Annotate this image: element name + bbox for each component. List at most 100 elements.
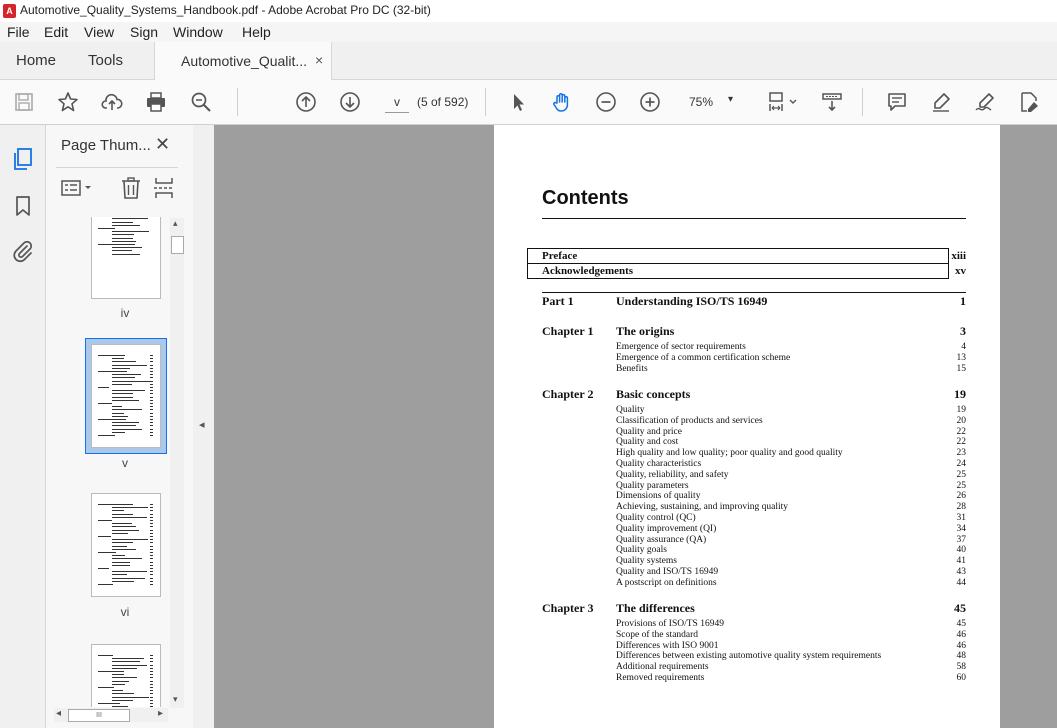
thumbnail-horizontal-scrollbar[interactable]: ◂ III ▸ [54, 708, 168, 722]
thumbnail-page-number-mark [150, 577, 153, 579]
toc-chapter-3[interactable]: Chapter 3 The differences 45 [542, 601, 966, 615]
menu-edit[interactable]: Edit [44, 24, 68, 40]
menu-help[interactable]: Help [242, 24, 271, 40]
toc-acknowledgements[interactable]: Acknowledgements xv [542, 265, 966, 279]
toc-chapter-1[interactable]: Chapter 1 The origins 3 [542, 324, 966, 338]
close-tab-icon[interactable]: × [315, 52, 323, 68]
scroll-mode-icon[interactable] [820, 90, 844, 114]
thumbnail-page-iv[interactable] [91, 217, 161, 299]
select-arrow-icon[interactable] [506, 90, 530, 114]
toc-entry[interactable]: Quality assurance (QA) 37 [616, 535, 966, 546]
menu-sign[interactable]: Sign [130, 24, 158, 40]
thumbnail-page-number-mark [150, 680, 153, 682]
print-icon[interactable] [144, 90, 168, 114]
toc-entry[interactable]: Quality, reliability, and safety 25 [616, 470, 966, 481]
toc-entry[interactable]: Quality control (QC) 31 [616, 513, 966, 524]
thumbnail-page-number-mark [150, 507, 153, 509]
toc-entry[interactable]: Emergence of sector requirements 4 [616, 342, 966, 353]
panel-title: Page Thum... [61, 137, 151, 154]
star-icon[interactable] [56, 90, 80, 114]
toc-entry[interactable]: Quality and cost 22 [616, 437, 966, 448]
page-thumbnails-icon[interactable] [11, 147, 35, 171]
toc-entry[interactable]: Dimensions of quality 26 [616, 491, 966, 502]
upload-icon[interactable] [100, 90, 124, 114]
sign-icon[interactable] [973, 90, 997, 114]
toc-entry[interactable]: Quality characteristics 24 [616, 459, 966, 470]
scroll-thumb[interactable] [171, 236, 184, 254]
toc-entry[interactable]: Provisions of ISO/TS 16949 45 [616, 619, 966, 630]
toc-entry[interactable]: Emergence of a common certification sche… [616, 353, 966, 364]
next-page-icon[interactable] [338, 90, 362, 114]
toc-entry[interactable]: A postscript on definitions 44 [616, 578, 966, 589]
toc-entry[interactable]: Quality parameters 25 [616, 481, 966, 492]
toc-entry[interactable]: Differences between existing automotive … [616, 651, 966, 662]
thumbnail-vertical-scrollbar[interactable]: ▴ ▾ [170, 218, 184, 708]
prev-page-icon[interactable] [294, 90, 318, 114]
thumbnail-page-number-mark [150, 399, 153, 401]
thumbnail-text-line [98, 419, 126, 420]
thumbnail-page-v[interactable] [91, 344, 161, 448]
menu-view[interactable]: View [84, 24, 114, 40]
insert-page-icon[interactable] [153, 176, 175, 200]
menu-window[interactable]: Window [173, 24, 223, 40]
toc-entry[interactable]: Benefits 15 [616, 364, 966, 375]
document-viewer[interactable]: Contents Preface xiii Acknowledgements xv … [214, 125, 1057, 728]
thumbnail-text-line [112, 658, 144, 660]
toc-entry[interactable]: Additional requirements 58 [616, 662, 966, 673]
thumbnail-page-vii[interactable] [91, 644, 161, 707]
tab-home[interactable]: Home [16, 52, 56, 69]
thumbnail-page-number-mark [150, 355, 153, 356]
scroll-right-icon[interactable]: ▸ [158, 708, 163, 719]
menu-file[interactable]: File [7, 24, 30, 40]
toc-entry[interactable]: Quality 19 [616, 405, 966, 416]
pdf-page[interactable]: Contents Preface xiii Acknowledgements xv … [494, 125, 1000, 728]
toc-entry[interactable]: Quality and price 22 [616, 427, 966, 438]
thumbnail-page-vi[interactable] [91, 493, 161, 597]
page-number-input[interactable] [385, 92, 409, 113]
thumbnail-text-line [112, 415, 129, 417]
toc-entry[interactable]: Quality systems 41 [616, 556, 966, 567]
zoom-dropdown-icon[interactable]: ▾ [728, 94, 733, 105]
scroll-down-icon[interactable]: ▾ [173, 694, 178, 705]
thumbnail-page-number-mark [150, 504, 153, 505]
hand-icon[interactable] [550, 90, 574, 114]
thumbnail-options-icon[interactable] [60, 177, 100, 199]
thumbnail-page-number-mark [150, 658, 153, 660]
toc-entry[interactable]: Removed requirements 60 [616, 673, 966, 684]
scroll-up-icon[interactable]: ▴ [173, 218, 178, 229]
toc-entry[interactable]: Achieving, sustaining, and improving qua… [616, 502, 966, 513]
toc-part-1[interactable]: Part 1 Understanding ISO/TS 16949 1 [542, 294, 966, 308]
thumbnail-text-line [112, 545, 128, 547]
toc-entry[interactable]: Differences with ISO 9001 46 [616, 641, 966, 652]
thumbnail-page-number-mark [150, 671, 153, 672]
toc-entry[interactable]: Scope of the standard 46 [616, 630, 966, 641]
scroll-left-icon[interactable]: ◂ [56, 708, 61, 719]
thumbnail-text-line [98, 228, 116, 229]
thumbnail-text-line [112, 507, 148, 509]
collapse-panel-icon[interactable]: ◂ [199, 418, 205, 431]
zoom-level[interactable]: 75% [689, 95, 713, 109]
toc-entry[interactable]: Quality improvement (QI) 34 [616, 524, 966, 535]
page-fit-icon[interactable] [764, 90, 800, 114]
zoom-out-icon[interactable] [594, 90, 618, 114]
bookmark-icon[interactable] [11, 194, 35, 218]
edit-icon[interactable] [1017, 90, 1041, 114]
comment-icon[interactable] [885, 90, 909, 114]
zoom-search-icon[interactable] [189, 90, 213, 114]
hscroll-thumb[interactable]: III [68, 709, 130, 722]
tab-document[interactable]: Automotive_Qualit... × [154, 42, 332, 80]
delete-page-icon[interactable] [120, 176, 142, 200]
toc-preface[interactable]: Preface xiii [542, 250, 966, 264]
save-icon[interactable] [12, 90, 36, 114]
zoom-in-icon[interactable] [638, 90, 662, 114]
tab-tools[interactable]: Tools [88, 52, 123, 69]
toc-entry[interactable]: Classification of products and services 2… [616, 416, 966, 427]
attachment-icon[interactable] [11, 239, 35, 263]
close-panel-icon[interactable]: ✕ [155, 134, 170, 155]
toc-chapter-2[interactable]: Chapter 2 Basic concepts 19 [542, 387, 966, 401]
highlight-icon[interactable] [929, 90, 953, 114]
toc-entry[interactable]: Quality and ISO/TS 16949 43 [616, 567, 966, 578]
toc-entry[interactable]: Quality goals 40 [616, 545, 966, 556]
panel-splitter[interactable]: ◂ [193, 125, 214, 728]
toc-entry[interactable]: High quality and low quality; poor quali… [616, 448, 966, 459]
